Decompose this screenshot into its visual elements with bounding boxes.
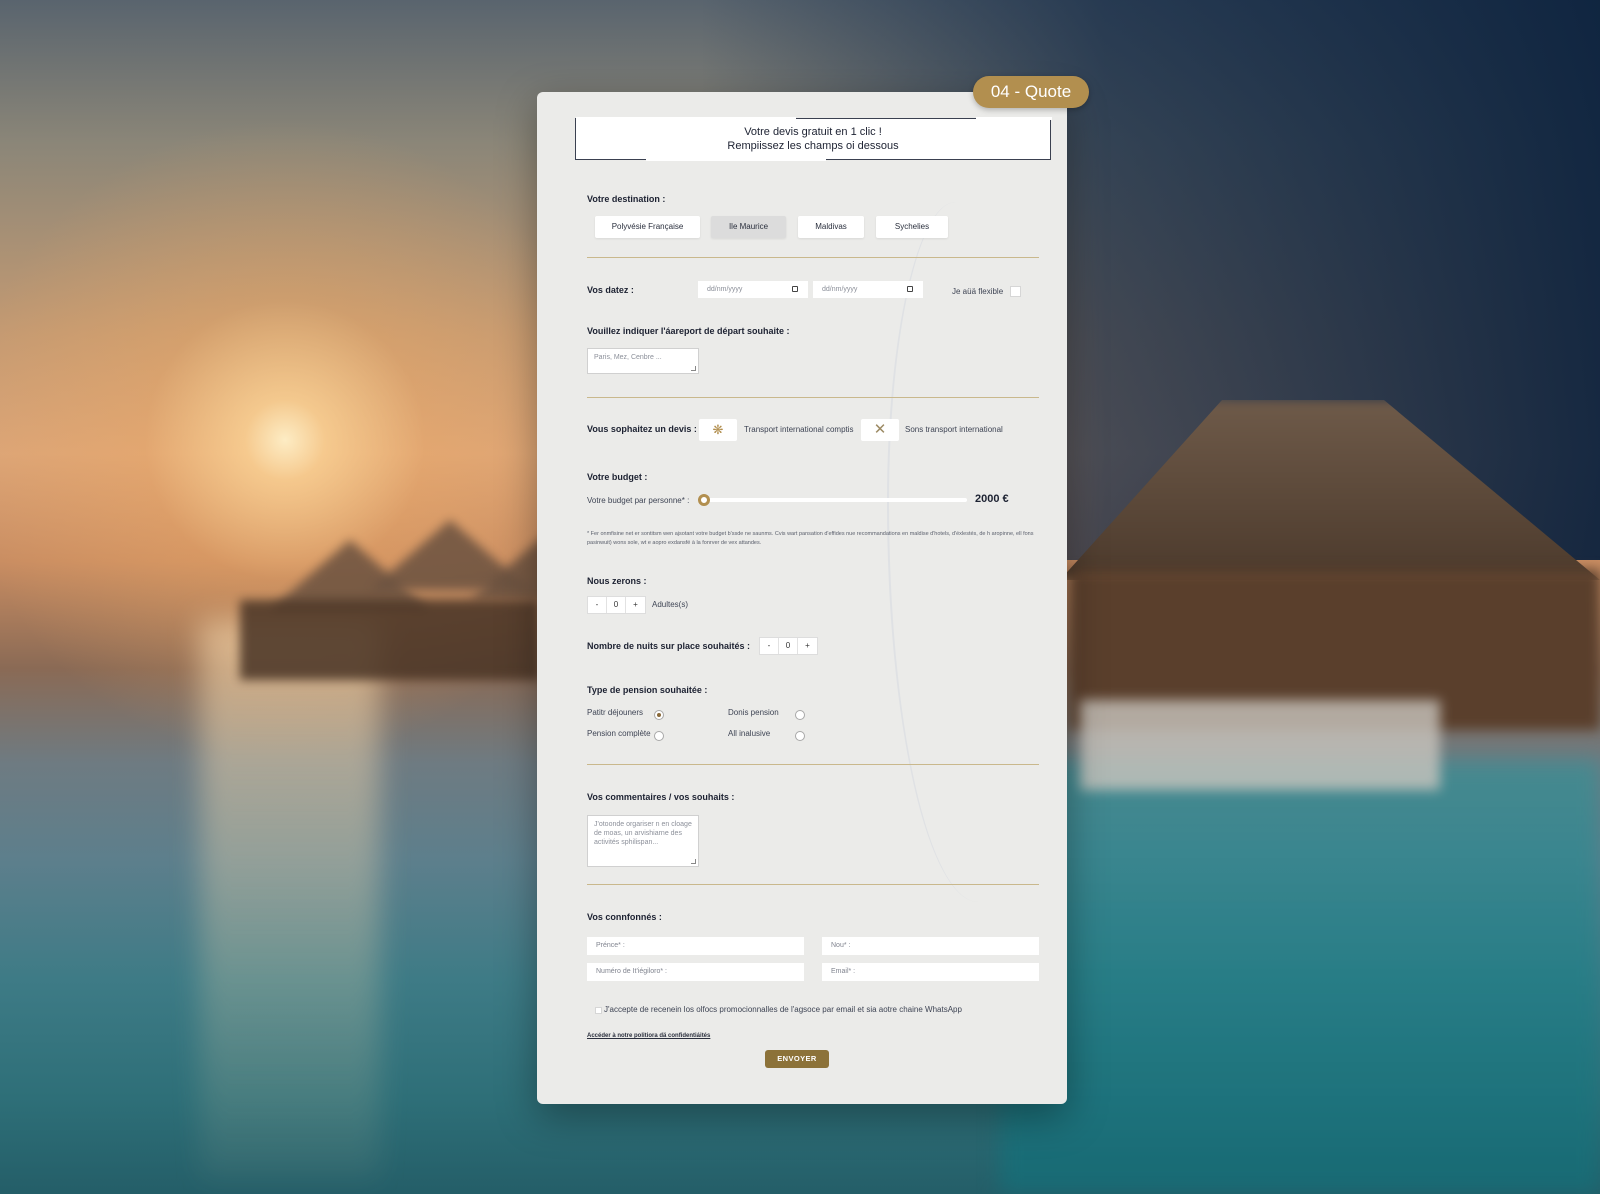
increment-button[interactable]: + <box>798 638 817 654</box>
step-badge: 04 - Quote <box>973 76 1089 108</box>
decrement-button[interactable]: - <box>588 597 607 613</box>
board-option-all-inclusive-label: All inalusive <box>728 729 771 738</box>
resize-handle-icon <box>691 366 696 371</box>
divider <box>587 257 1039 258</box>
budget-slider-track[interactable] <box>703 498 967 502</box>
comments-textarea[interactable]: J'otoonde orgariser n en cloage de moas,… <box>587 815 699 867</box>
transport-included-label[interactable]: Transport international comptis <box>744 425 854 434</box>
travelers-label: Nous zerons : <box>587 576 647 586</box>
board-type-label: Type de pension souhaitée : <box>587 685 708 695</box>
board-option-full-label: Pension complète <box>587 729 651 738</box>
flexible-checkbox[interactable] <box>1010 286 1021 297</box>
board-option-breakfast-label: Patitr déjouners <box>587 708 644 717</box>
form-header: Votre devis gratuit en 1 clic ! Rempiiss… <box>575 117 1052 161</box>
divider <box>587 764 1039 765</box>
comments-label: Vos commentaires / vos souhaits : <box>587 792 735 802</box>
divider <box>587 397 1039 398</box>
calendar-icon <box>907 286 913 292</box>
budget-note: * Fer onmfisine net er sontitsm wen ajso… <box>587 531 1034 546</box>
destination-polynesia-button[interactable]: Polyvésie Française <box>595 216 700 238</box>
consent-label: J'accepte de recenein los olfocs promoci… <box>604 1005 962 1014</box>
nights-stepper[interactable]: - 0 + <box>759 637 818 655</box>
nights-count[interactable]: 0 <box>779 638 798 654</box>
submit-button[interactable]: ENVOYER <box>765 1050 829 1068</box>
lastname-field[interactable]: Nou* : <box>822 937 1039 955</box>
budget-value: 2000 € <box>975 493 1009 505</box>
ticket-icon[interactable]: ❋ <box>699 419 737 441</box>
budget-label: Votre budget : <box>587 472 648 482</box>
adults-unit-label: Adultes(s) <box>652 600 689 609</box>
airport-input[interactable]: Paris, Mez, Cenbre ... <box>587 348 699 374</box>
close-icon[interactable]: ✕ <box>861 419 899 441</box>
quote-type-label: Vous sophaitez un devis : <box>587 424 697 434</box>
decrement-button[interactable]: - <box>760 638 779 654</box>
transport-excluded-label[interactable]: Sons transport international <box>905 425 1003 434</box>
divider <box>587 884 1039 885</box>
resize-handle-icon <box>691 859 696 864</box>
destination-label: Votre destination : <box>587 194 666 204</box>
adults-count[interactable]: 0 <box>607 597 626 613</box>
board-option-breakfast-radio[interactable] <box>654 710 664 720</box>
contact-label: Vos connfonnés : <box>587 912 662 922</box>
board-option-full-radio[interactable] <box>654 731 664 741</box>
destination-seychelles-button[interactable]: Sychelies <box>876 216 948 238</box>
destination-maldives-button[interactable]: Maldivas <box>798 216 864 238</box>
consent-checkbox[interactable] <box>595 1007 602 1014</box>
airport-label: Vouillez indiquer l'áareport de départ s… <box>587 326 790 336</box>
email-field[interactable]: Email* : <box>822 963 1039 981</box>
calendar-icon <box>792 286 798 292</box>
budget-slider-handle[interactable] <box>698 494 710 506</box>
budget-per-person-label: Votre budget par personne* : <box>587 496 690 505</box>
quote-form-card: Votre devis gratuit en 1 clic ! Rempiiss… <box>537 92 1067 1104</box>
start-date-input[interactable]: dd/nm/yyyy <box>698 281 808 298</box>
header-line-2: Rempiissez les champs oi dessous <box>727 140 899 152</box>
watermark-graphic <box>887 202 1047 902</box>
end-date-input[interactable]: dd/nm/yyyy <box>813 281 923 298</box>
board-option-all-inclusive-radio[interactable] <box>795 731 805 741</box>
increment-button[interactable]: + <box>626 597 645 613</box>
nights-label: Nombre de nuits sur place souhaités : <box>587 641 751 651</box>
phone-field[interactable]: Numéro de It'iégiloro* : <box>587 963 804 981</box>
privacy-policy-link[interactable]: Accéder à notre politiora dä confidentiá… <box>587 1033 710 1039</box>
flexible-label: Je aüä flexible <box>952 287 1004 296</box>
dates-label: Vos datez : <box>587 285 634 295</box>
adults-stepper[interactable]: - 0 + <box>587 596 646 614</box>
board-option-half-label: Donis pension <box>728 708 779 717</box>
board-option-half-radio[interactable] <box>795 710 805 720</box>
firstname-field[interactable]: Prénce* : <box>587 937 804 955</box>
header-line-1: Votre devis gratuit en 1 clic ! <box>744 126 882 138</box>
destination-mauritius-button[interactable]: Ile Maurice <box>711 216 786 238</box>
